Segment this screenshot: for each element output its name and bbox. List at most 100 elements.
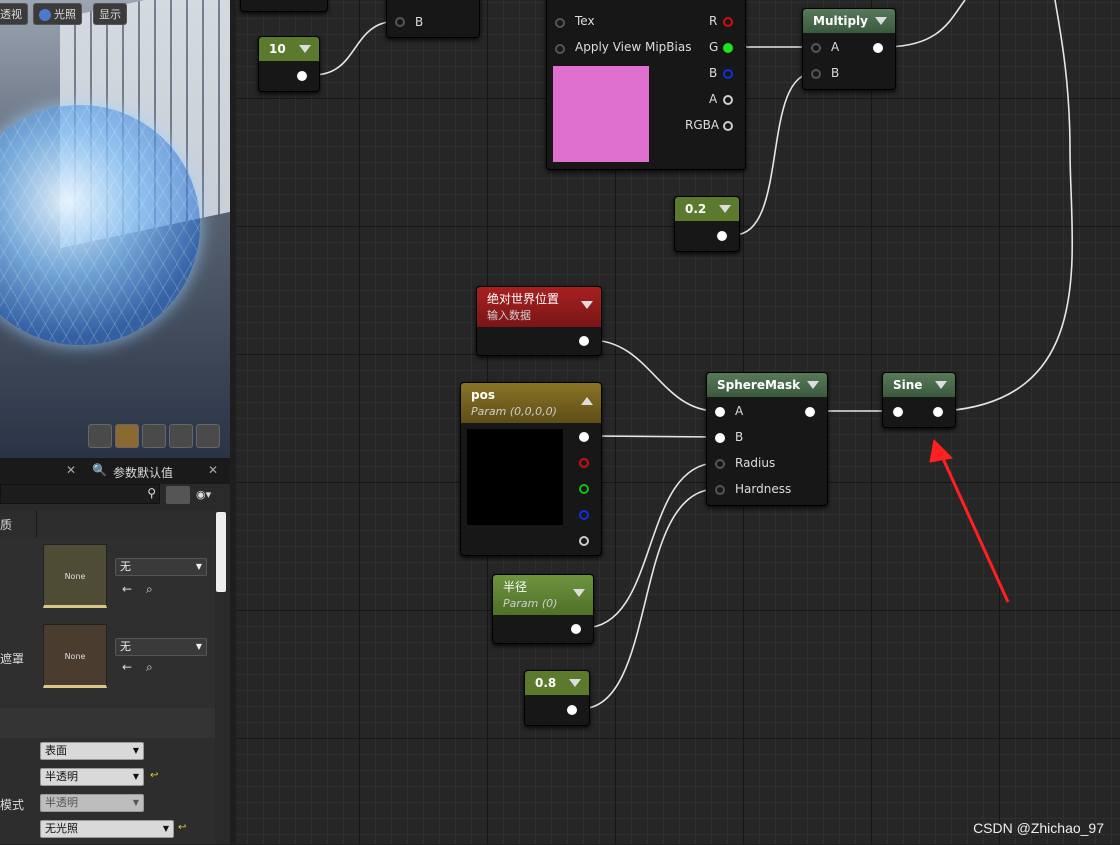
- eye-icon[interactable]: ◉▾: [196, 488, 211, 501]
- input-pin-mipbias[interactable]: [555, 44, 565, 54]
- search-icon: ⚲: [147, 486, 156, 500]
- output-pin[interactable]: [933, 407, 943, 417]
- panel-tab-bar: ✕ 🔍 参数默认值 ✕: [0, 458, 230, 484]
- texture-thumbnail-2[interactable]: None: [43, 624, 107, 688]
- input-pin-b[interactable]: [395, 17, 405, 27]
- plane-icon[interactable]: [142, 424, 166, 448]
- output-pin[interactable]: [717, 231, 727, 241]
- pin-label: A: [831, 40, 840, 54]
- node-texture-sample[interactable]: Tex Apply View MipBias R G B A RGBA: [546, 0, 746, 170]
- collapse-icon[interactable]: [935, 381, 947, 389]
- texture-thumbnail-1[interactable]: None: [43, 544, 107, 608]
- collapse-icon[interactable]: [807, 381, 819, 389]
- reset-icon[interactable]: ↩: [150, 770, 158, 781]
- input-pin-a[interactable]: [715, 407, 725, 417]
- pin-label: B: [709, 66, 718, 80]
- pin-label: A: [735, 404, 744, 418]
- output-pin[interactable]: [805, 407, 815, 417]
- input-pin[interactable]: [893, 407, 903, 417]
- cube-icon[interactable]: [169, 424, 193, 448]
- output-pin[interactable]: [579, 336, 589, 346]
- output-pin-rgba[interactable]: [723, 121, 733, 131]
- input-pin-tex[interactable]: [555, 18, 565, 28]
- collapse-icon[interactable]: [875, 17, 887, 25]
- collapse-icon[interactable]: [299, 45, 311, 53]
- output-pin[interactable]: [297, 71, 307, 81]
- output-pin-rgb[interactable]: [579, 432, 589, 442]
- shading-model-select[interactable]: 无光照: [40, 820, 174, 838]
- browse-search-icon[interactable]: ⌕: [146, 582, 153, 597]
- node-param-pos[interactable]: pos Param (0,0,0,0): [460, 382, 602, 556]
- use-selected-arrow-icon-2[interactable]: ←: [122, 660, 132, 674]
- section-header: [0, 708, 215, 739]
- node-spheremask[interactable]: SphereMask A B Radius Hardness: [706, 372, 828, 506]
- use-selected-arrow-icon[interactable]: ←: [122, 582, 132, 596]
- output-pin-a[interactable]: [723, 95, 733, 105]
- search-input[interactable]: ⚲: [0, 484, 160, 504]
- output-pin[interactable]: [571, 624, 581, 634]
- lighting-button[interactable]: 光照: [33, 3, 82, 25]
- node-absolute-world-position[interactable]: 绝对世界位置 输入数据: [476, 286, 602, 356]
- browse-search-icon-2[interactable]: ⌕: [146, 660, 153, 675]
- input-pin-radius[interactable]: [715, 459, 725, 469]
- input-pin-b[interactable]: [715, 433, 725, 443]
- output-pin-b[interactable]: [579, 510, 589, 520]
- sphere-icon[interactable]: [115, 424, 139, 448]
- viewport-preview[interactable]: 透视 光照 显示: [0, 0, 230, 458]
- output-pin-g[interactable]: [723, 43, 733, 53]
- output-pin-b[interactable]: [723, 69, 733, 79]
- lit-sphere-icon: [39, 9, 51, 21]
- output-pin[interactable]: [567, 705, 577, 715]
- pin-label: B: [831, 66, 840, 80]
- input-pin-a[interactable]: [811, 43, 821, 53]
- output-pin-a[interactable]: [579, 536, 589, 546]
- pin-label: Hardness: [735, 482, 792, 496]
- row-label-mode: 模式: [0, 798, 25, 812]
- show-button[interactable]: 显示: [93, 3, 127, 25]
- input-pin-hardness[interactable]: [715, 485, 725, 495]
- cylinder-icon[interactable]: [88, 424, 112, 448]
- node-constant-0-2[interactable]: 0.2: [674, 196, 740, 252]
- pin-label: Tex: [575, 14, 595, 28]
- collapse-icon[interactable]: [573, 589, 585, 597]
- color-preview: [467, 429, 563, 525]
- blend-mode-select[interactable]: 半透明: [40, 768, 144, 786]
- mode-select-disabled: 半透明: [40, 794, 144, 812]
- domain-select[interactable]: 表面: [40, 742, 144, 760]
- output-pin-r[interactable]: [723, 17, 733, 27]
- output-pin-g[interactable]: [579, 484, 589, 494]
- input-pin-b[interactable]: [811, 69, 821, 79]
- node-header: 0.8: [525, 671, 589, 695]
- asset-select-2[interactable]: 无: [115, 638, 207, 656]
- collapse-icon[interactable]: [569, 679, 581, 687]
- reset-icon-2[interactable]: ↩: [178, 822, 186, 833]
- pin-label: A: [709, 92, 718, 106]
- node-constant-0-8[interactable]: 0.8: [524, 670, 590, 726]
- close-tab-icon-2[interactable]: ✕: [208, 463, 218, 477]
- node-partial-top-left[interactable]: [240, 0, 328, 12]
- collapse-icon[interactable]: [581, 397, 593, 405]
- tab-parameter-defaults[interactable]: 参数默认值: [113, 464, 173, 481]
- output-pin-r[interactable]: [579, 458, 589, 468]
- teapot-icon[interactable]: [196, 424, 220, 448]
- output-pin[interactable]: [873, 43, 883, 53]
- search-tab-icon: 🔍: [92, 463, 107, 477]
- grid-view-icon[interactable]: [166, 486, 190, 504]
- panel-scrollbar[interactable]: [216, 512, 226, 592]
- node-title: 绝对世界位置: [487, 292, 560, 306]
- node-header: Sine: [883, 373, 955, 397]
- collapse-icon[interactable]: [581, 301, 593, 309]
- node-param-radius[interactable]: 半径 Param (0): [492, 574, 594, 644]
- collapse-icon[interactable]: [719, 205, 731, 213]
- perspective-button[interactable]: 透视: [0, 3, 28, 25]
- pin-label: Radius: [735, 456, 776, 470]
- node-multiply[interactable]: Multiply A B: [802, 8, 896, 90]
- node-partial-b[interactable]: B: [386, 0, 480, 38]
- node-sine[interactable]: Sine: [882, 372, 956, 428]
- close-tab-icon[interactable]: ✕: [66, 463, 76, 477]
- constant-value: 0.2: [685, 202, 707, 216]
- asset-select-1[interactable]: 无: [115, 558, 207, 576]
- pin-label: R: [709, 14, 718, 28]
- node-constant-10[interactable]: 10: [258, 36, 320, 92]
- property-rows: 表面 半透明 ↩ 模式 半透明 无光照 ↩: [0, 738, 215, 845]
